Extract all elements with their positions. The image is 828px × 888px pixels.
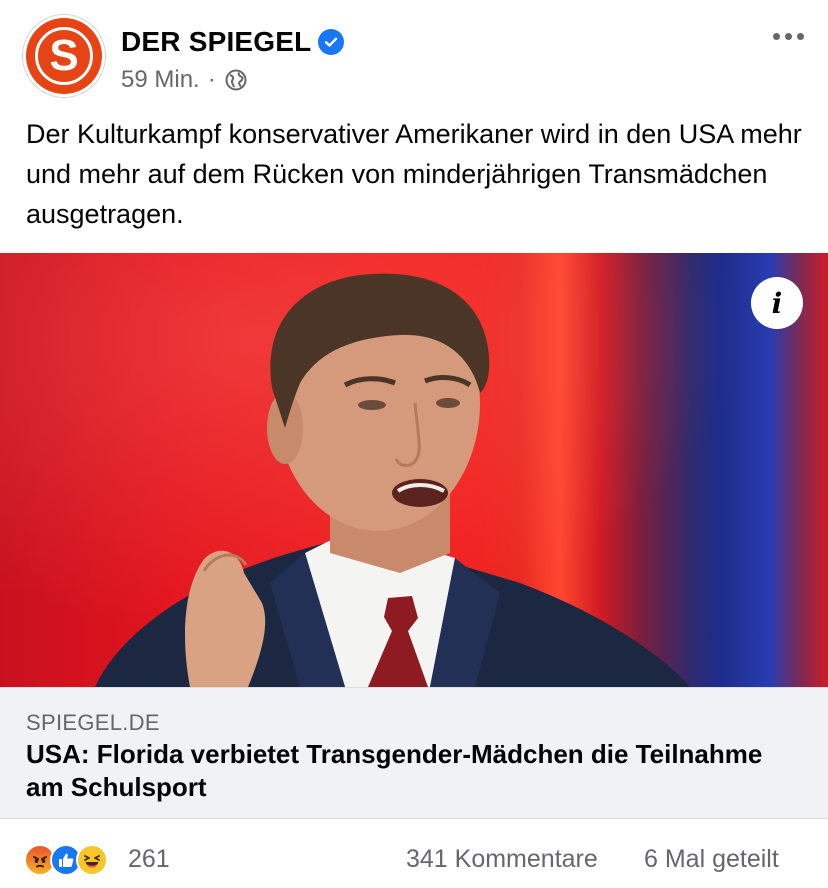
link-preview-card[interactable]: SPIEGEL.DE USA: Florida verbietet Transg… bbox=[0, 687, 828, 819]
post-text: Der Kulturkampf konservativer Amerikaner… bbox=[26, 119, 802, 229]
info-icon[interactable]: i bbox=[751, 277, 803, 329]
verified-badge-icon bbox=[318, 29, 344, 55]
comments-count[interactable]: 341 Kommentare bbox=[406, 845, 598, 874]
more-dot bbox=[796, 32, 804, 40]
more-options-icon[interactable] bbox=[768, 26, 808, 46]
reaction-count[interactable]: 261 bbox=[128, 845, 170, 874]
avatar-letter: S bbox=[35, 27, 93, 85]
article-image[interactable] bbox=[0, 253, 828, 687]
haha-reaction-icon bbox=[76, 844, 108, 876]
reaction-icons[interactable] bbox=[24, 844, 108, 876]
globe-icon[interactable] bbox=[224, 68, 248, 92]
meta-separator: · bbox=[207, 66, 216, 93]
shares-count[interactable]: 6 Mal geteilt bbox=[644, 845, 779, 874]
link-title[interactable]: USA: Florida verbietet Transgender-Mädch… bbox=[26, 738, 796, 804]
speaker-photo bbox=[95, 273, 690, 687]
avatar-logo: S bbox=[26, 18, 102, 94]
more-dot bbox=[772, 32, 780, 40]
post-stats: 261 341 Kommentare 6 Mal geteilt bbox=[0, 830, 828, 888]
post-meta: 59 Min. · bbox=[121, 66, 248, 94]
more-dot bbox=[784, 32, 792, 40]
post-header: S DER SPIEGEL 59 Min. · bbox=[0, 0, 828, 105]
page-name[interactable]: DER SPIEGEL bbox=[121, 26, 311, 58]
link-domain: SPIEGEL.DE bbox=[26, 710, 160, 735]
page-avatar[interactable]: S bbox=[22, 14, 106, 98]
post-time[interactable]: 59 Min. bbox=[121, 66, 200, 94]
